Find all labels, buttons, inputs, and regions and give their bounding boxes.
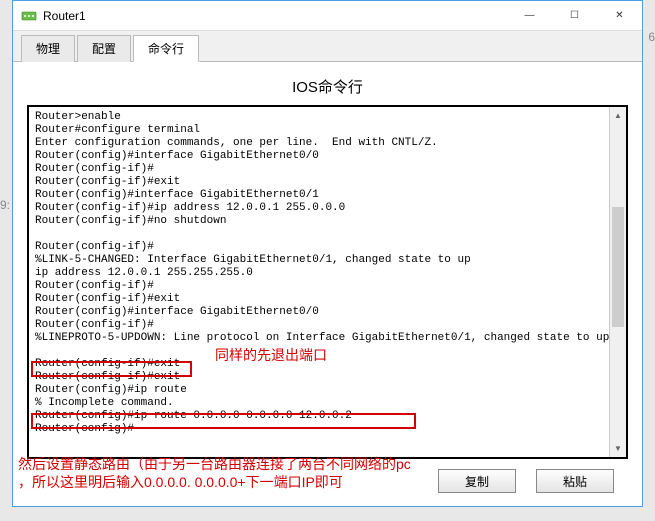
title-bar[interactable]: Router1 — ☐ ✕ bbox=[13, 1, 642, 31]
terminal-output[interactable]: Router>enable Router#configure terminal … bbox=[27, 105, 628, 459]
app-icon bbox=[21, 8, 37, 24]
content-area: IOS命令行 Router>enable Router#configure te… bbox=[13, 62, 642, 503]
minimize-button[interactable]: — bbox=[507, 1, 552, 30]
maximize-button[interactable]: ☐ bbox=[552, 1, 597, 30]
tab-bar: 物理 配置 命令行 bbox=[13, 31, 642, 62]
terminal-text[interactable]: Router>enable Router#configure terminal … bbox=[35, 111, 620, 436]
tab-config[interactable]: 配置 bbox=[77, 35, 131, 62]
side-glyph-6: 6 bbox=[648, 30, 655, 44]
copy-button[interactable]: 复制 bbox=[438, 469, 516, 493]
scroll-down-icon[interactable]: ▼ bbox=[610, 440, 626, 457]
scroll-up-icon[interactable]: ▲ bbox=[610, 107, 626, 124]
window-title: Router1 bbox=[43, 9, 507, 23]
tab-physical[interactable]: 物理 bbox=[21, 35, 75, 62]
paste-button[interactable]: 粘贴 bbox=[536, 469, 614, 493]
terminal-scrollbar[interactable]: ▲ ▼ bbox=[609, 107, 626, 457]
side-glyph-9: 9: bbox=[0, 198, 10, 212]
router-config-window: Router1 — ☐ ✕ 物理 配置 命令行 IOS命令行 Router>en… bbox=[12, 0, 643, 507]
tab-cli[interactable]: 命令行 bbox=[133, 35, 199, 62]
button-row: 复制 粘贴 bbox=[27, 459, 628, 493]
panel-heading: IOS命令行 bbox=[27, 70, 628, 105]
window-controls: — ☐ ✕ bbox=[507, 1, 642, 30]
close-button[interactable]: ✕ bbox=[597, 1, 642, 30]
scroll-thumb[interactable] bbox=[612, 207, 624, 327]
